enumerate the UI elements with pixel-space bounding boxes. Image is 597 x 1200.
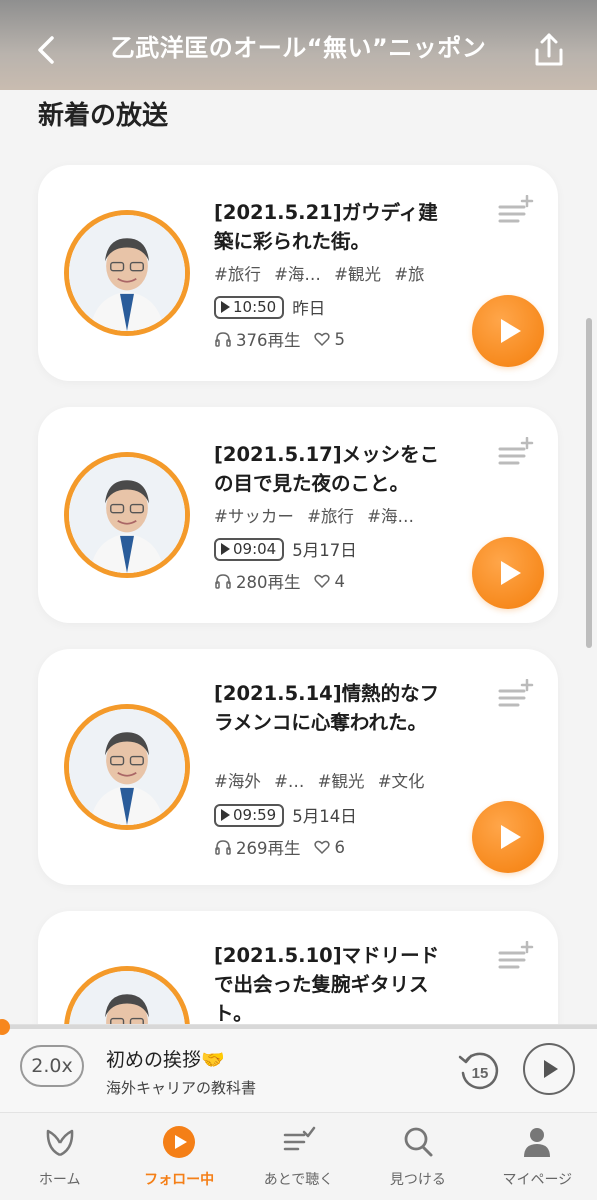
- play-icon: [501, 561, 521, 585]
- play-episode-button[interactable]: [472, 295, 544, 367]
- back-button[interactable]: [28, 30, 68, 70]
- section-title: 新着の放送: [38, 101, 169, 131]
- playlist-add-icon: [498, 194, 534, 223]
- duration-badge: 09:59: [214, 803, 285, 827]
- add-to-playlist-button[interactable]: [498, 436, 534, 467]
- publish-date: 5月17日: [292, 541, 357, 560]
- episode-tags[interactable]: #海外 #… #観光 #文化: [214, 768, 425, 792]
- host-avatar: [64, 704, 190, 830]
- duration-badge: 09:04: [214, 537, 285, 561]
- play-icon: [544, 1060, 558, 1078]
- page-title: 乙武洋匡のオール“無い”ニッポン: [110, 33, 487, 62]
- host-avatar: [64, 210, 190, 336]
- episode-title[interactable]: [2021.5.21]ガウディ建築に彩られた街。: [214, 198, 454, 256]
- playlist-add-icon: [498, 436, 534, 465]
- nav-label: あとで聴く: [263, 1172, 334, 1188]
- scrollbar[interactable]: [586, 318, 592, 648]
- mini-play-button[interactable]: [523, 1043, 575, 1095]
- duration-badge: 10:50: [214, 295, 285, 319]
- person-icon: [520, 1125, 554, 1159]
- play-count: 376再生: [236, 331, 301, 350]
- duration-text: 09:04: [233, 540, 277, 558]
- nav-item-home[interactable]: ホーム: [0, 1113, 119, 1200]
- duration-text: 09:59: [233, 806, 277, 824]
- episode-stats: 376再生 5: [214, 327, 345, 351]
- heart-icon: [313, 838, 331, 856]
- listen-later-icon: [282, 1125, 316, 1159]
- add-to-playlist-button[interactable]: [498, 194, 534, 225]
- nav-item-discover[interactable]: 見つける: [358, 1113, 477, 1200]
- mini-player[interactable]: 2.0x 初めの挨拶🤝 海外キャリアの教科書 15: [0, 1019, 597, 1112]
- share-icon: [535, 33, 563, 66]
- nav-item-mypage[interactable]: マイページ: [478, 1113, 597, 1200]
- nav-label: フォロー中: [144, 1172, 215, 1188]
- playlist-add-icon: [498, 678, 534, 707]
- rewind-15-button[interactable]: 15: [454, 1045, 502, 1093]
- header-bar: 乙武洋匡のオール“無い”ニッポン: [0, 0, 597, 90]
- host-portrait-icon: [69, 457, 185, 573]
- play-count: 280再生: [236, 573, 301, 592]
- episode-meta: 10:50 昨日: [214, 295, 325, 319]
- nav-label: 見つける: [389, 1172, 446, 1188]
- chevron-left-icon: [38, 36, 54, 64]
- heart-icon: [313, 330, 331, 348]
- episode-meta: 09:59 5月14日: [214, 803, 357, 827]
- episode-tags[interactable]: #旅行 #海… #観光 #旅: [214, 261, 425, 285]
- episode-title[interactable]: [2021.5.10]マドリードで出会った隻腕ギタリスト。: [214, 941, 454, 1025]
- episode-title[interactable]: [2021.5.14]情熱的なフラメンコに心奪われた。: [214, 679, 454, 737]
- nav-label: ホーム: [38, 1172, 81, 1188]
- duration-text: 10:50: [233, 298, 277, 316]
- now-playing-channel[interactable]: 海外キャリアの教科書: [106, 1077, 256, 1098]
- episode-tags[interactable]: #サッカー #旅行 #海…: [214, 503, 414, 527]
- nav-item-listen-later[interactable]: あとで聴く: [239, 1113, 358, 1200]
- nav-label: マイページ: [502, 1172, 573, 1188]
- episode-meta: 09:04 5月17日: [214, 537, 357, 561]
- host-portrait-icon: [69, 971, 185, 1025]
- now-playing-title[interactable]: 初めの挨拶🤝: [106, 1045, 225, 1072]
- episode-list-area[interactable]: 新着の放送 [2021.5.21]ガウディ建築に彩られた街。 #旅行 #海… #…: [0, 90, 597, 1025]
- host-portrait-icon: [69, 709, 185, 825]
- progress-handle[interactable]: [0, 1019, 10, 1035]
- rewind-15-icon: 15: [458, 1052, 499, 1090]
- publish-date: 昨日: [292, 299, 326, 318]
- play-episode-button[interactable]: [472, 801, 544, 873]
- host-avatar: [64, 966, 190, 1025]
- playback-progress-bar[interactable]: [0, 1019, 597, 1035]
- search-icon: [401, 1125, 435, 1159]
- share-button[interactable]: [529, 30, 569, 70]
- like-count: 6: [334, 837, 346, 857]
- nav-item-following[interactable]: フォロー中: [119, 1113, 238, 1200]
- host-avatar: [64, 452, 190, 578]
- bottom-navigation: ホーム フォロー中 あとで聴く 見つける マイページ: [0, 1112, 597, 1200]
- headphones-icon: [214, 330, 232, 348]
- episode-title[interactable]: [2021.5.17]メッシをこの目で見た夜のこと。: [214, 440, 454, 498]
- playlist-add-icon: [498, 940, 534, 969]
- following-play-icon: [162, 1125, 196, 1159]
- like-count: 5: [334, 329, 346, 349]
- home-leaf-icon: [43, 1125, 77, 1159]
- headphones-icon: [214, 572, 232, 590]
- episode-card[interactable]: [2021.5.10]マドリードで出会った隻腕ギタリスト。: [38, 911, 558, 1025]
- play-count: 269再生: [236, 839, 301, 858]
- like-count: 4: [334, 571, 346, 591]
- publish-date: 5月14日: [292, 807, 357, 826]
- playback-speed-button[interactable]: 2.0x: [20, 1045, 84, 1087]
- play-icon: [501, 825, 521, 849]
- heart-icon: [313, 572, 331, 590]
- episode-stats: 280再生 4: [214, 569, 345, 593]
- play-episode-button[interactable]: [472, 537, 544, 609]
- host-portrait-icon: [69, 215, 185, 331]
- play-icon: [501, 319, 521, 343]
- episode-stats: 269再生 6: [214, 835, 345, 859]
- episode-card[interactable]: [2021.5.14]情熱的なフラメンコに心奪われた。 #海外 #… #観光 #…: [38, 649, 558, 885]
- rewind-seconds-label: 15: [472, 1065, 489, 1082]
- add-to-playlist-button[interactable]: [498, 678, 534, 709]
- episode-card[interactable]: [2021.5.17]メッシをこの目で見た夜のこと。 #サッカー #旅行 #海……: [38, 407, 558, 623]
- episode-card[interactable]: [2021.5.21]ガウディ建築に彩られた街。 #旅行 #海… #観光 #旅 …: [38, 165, 558, 381]
- add-to-playlist-button[interactable]: [498, 940, 534, 971]
- headphones-icon: [214, 838, 232, 856]
